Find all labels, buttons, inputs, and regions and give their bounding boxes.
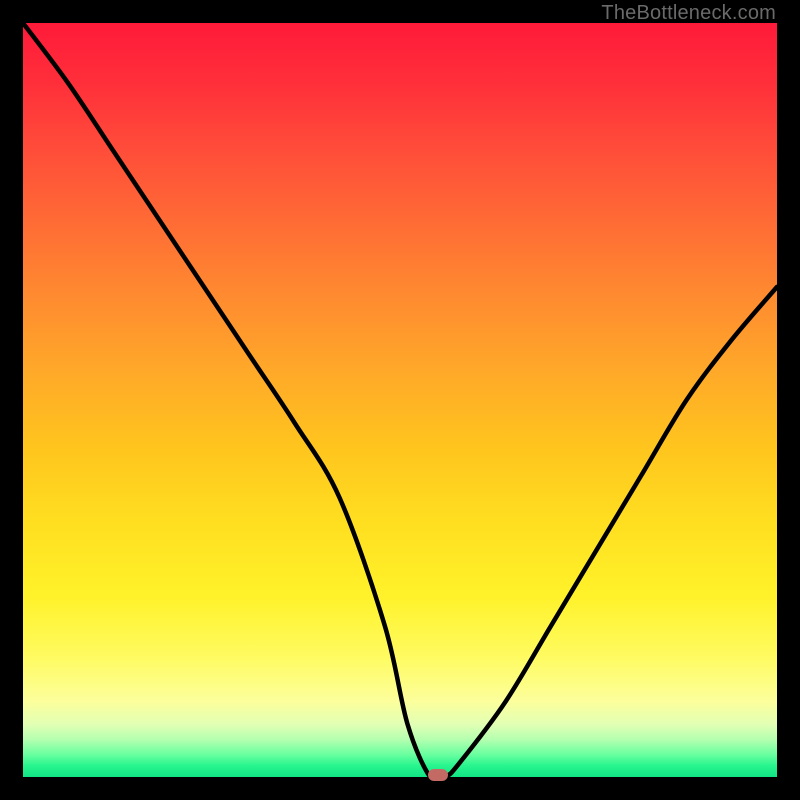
bottleneck-curve (23, 23, 777, 777)
watermark-text: TheBottleneck.com (601, 2, 776, 25)
plot-area (23, 23, 777, 777)
optimal-marker (428, 769, 448, 781)
chart-frame: TheBottleneck.com (0, 0, 800, 800)
